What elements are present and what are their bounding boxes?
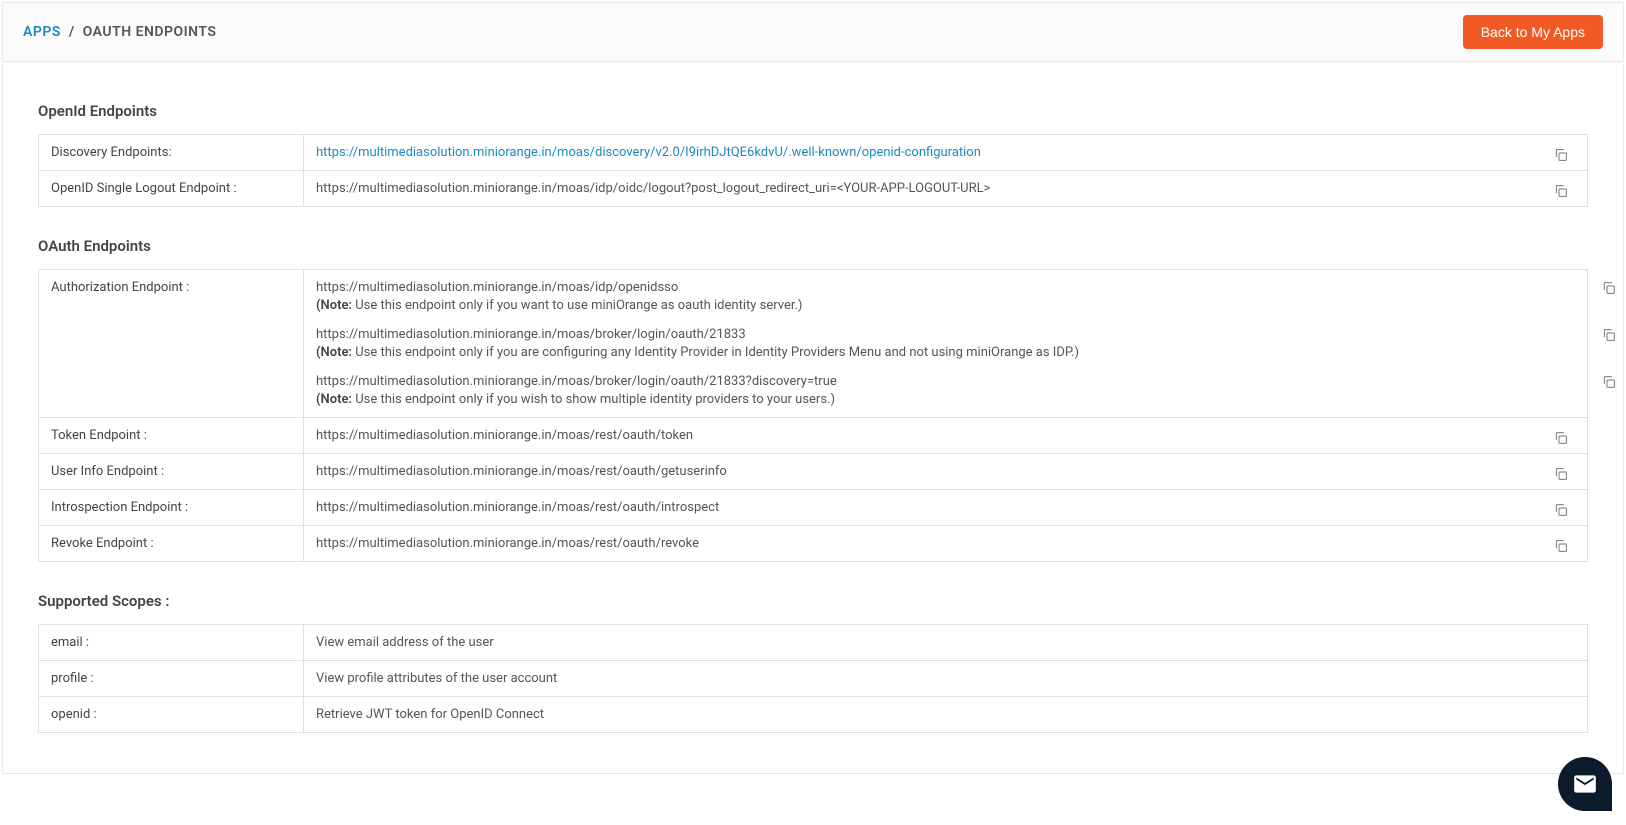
table-row: User Info Endpoint : https://multimedias…	[39, 454, 1588, 490]
scopes-section-title: Supported Scopes :	[38, 592, 1588, 610]
userinfo-url: https://multimediasolution.miniorange.in…	[316, 464, 727, 479]
note-text: Use this endpoint only if you wish to sh…	[352, 392, 835, 407]
note-text: Use this endpoint only if you want to us…	[352, 298, 802, 313]
breadcrumb-separator: /	[69, 24, 75, 40]
auth-note-2: (Note: Use this endpoint only if you are…	[316, 345, 1575, 360]
scope-description: View email address of the user	[304, 625, 1588, 661]
auth-url-2: https://multimediasolution.miniorange.in…	[316, 327, 1575, 342]
note-prefix: (Note:	[316, 392, 352, 407]
introspection-endpoint-value: https://multimediasolution.miniorange.in…	[304, 490, 1588, 526]
auth-endpoint-block-1: https://multimediasolution.miniorange.in…	[316, 280, 1575, 313]
revoke-endpoint-value: https://multimediasolution.miniorange.in…	[304, 526, 1588, 562]
copy-icon[interactable]	[1553, 538, 1569, 554]
userinfo-endpoint-label: User Info Endpoint :	[39, 454, 304, 490]
table-row: OpenID Single Logout Endpoint : https://…	[39, 171, 1588, 207]
revoke-endpoint-label: Revoke Endpoint :	[39, 526, 304, 562]
copy-icon[interactable]	[1553, 147, 1569, 163]
page-header: APPS / OAUTH ENDPOINTS Back to My Apps	[2, 2, 1624, 62]
scope-name: profile :	[39, 661, 304, 697]
copy-icon[interactable]	[1553, 430, 1569, 446]
scope-name: email :	[39, 625, 304, 661]
token-endpoint-label: Token Endpoint :	[39, 418, 304, 454]
table-row: email : View email address of the user	[39, 625, 1588, 661]
discovery-endpoint-label: Discovery Endpoints:	[39, 135, 304, 171]
auth-endpoint-block-2: https://multimediasolution.miniorange.in…	[316, 327, 1575, 360]
authorization-endpoint-value: https://multimediasolution.miniorange.in…	[304, 270, 1588, 418]
oauth-endpoints-table: Authorization Endpoint : https://multime…	[38, 269, 1588, 562]
content-area: OpenId Endpoints Discovery Endpoints: ht…	[2, 64, 1624, 774]
discovery-url-link[interactable]: https://multimediasolution.miniorange.in…	[316, 145, 981, 160]
scopes-table: email : View email address of the user p…	[38, 624, 1588, 733]
scope-description: Retrieve JWT token for OpenID Connect	[304, 697, 1588, 733]
note-prefix: (Note:	[316, 298, 352, 313]
copy-icon[interactable]	[1553, 466, 1569, 482]
note-prefix: (Note:	[316, 345, 352, 360]
support-chat-button[interactable]	[1558, 757, 1612, 811]
discovery-endpoint-value: https://multimediasolution.miniorange.in…	[304, 135, 1588, 171]
auth-url-3: https://multimediasolution.miniorange.in…	[316, 374, 1575, 389]
auth-url-1: https://multimediasolution.miniorange.in…	[316, 280, 1575, 295]
logout-endpoint-value: https://multimediasolution.miniorange.in…	[304, 171, 1588, 207]
copy-icon[interactable]	[1553, 502, 1569, 518]
auth-endpoint-block-3: https://multimediasolution.miniorange.in…	[316, 374, 1575, 407]
copy-icon[interactable]	[1601, 327, 1617, 343]
scope-name: openid :	[39, 697, 304, 733]
mail-icon	[1572, 771, 1598, 797]
token-url: https://multimediasolution.miniorange.in…	[316, 428, 693, 443]
copy-icon[interactable]	[1601, 280, 1617, 296]
openid-section-title: OpenId Endpoints	[38, 102, 1588, 120]
auth-note-1: (Note: Use this endpoint only if you wan…	[316, 298, 1575, 313]
logout-url: https://multimediasolution.miniorange.in…	[316, 181, 990, 196]
auth-note-3: (Note: Use this endpoint only if you wis…	[316, 392, 1575, 407]
logout-endpoint-label: OpenID Single Logout Endpoint :	[39, 171, 304, 207]
userinfo-endpoint-value: https://multimediasolution.miniorange.in…	[304, 454, 1588, 490]
table-row: Revoke Endpoint : https://multimediasolu…	[39, 526, 1588, 562]
table-row: Introspection Endpoint : https://multime…	[39, 490, 1588, 526]
breadcrumb-current: OAUTH ENDPOINTS	[83, 24, 217, 40]
back-to-apps-button[interactable]: Back to My Apps	[1463, 15, 1603, 49]
table-row: openid : Retrieve JWT token for OpenID C…	[39, 697, 1588, 733]
authorization-endpoint-label: Authorization Endpoint :	[39, 270, 304, 418]
openid-endpoints-table: Discovery Endpoints: https://multimedias…	[38, 134, 1588, 207]
breadcrumb-apps-link[interactable]: APPS	[23, 24, 61, 40]
oauth-section-title: OAuth Endpoints	[38, 237, 1588, 255]
table-row: Authorization Endpoint : https://multime…	[39, 270, 1588, 418]
table-row: Discovery Endpoints: https://multimedias…	[39, 135, 1588, 171]
introspection-url: https://multimediasolution.miniorange.in…	[316, 500, 719, 515]
breadcrumb: APPS / OAUTH ENDPOINTS	[23, 24, 216, 40]
copy-icon[interactable]	[1601, 374, 1617, 390]
revoke-url: https://multimediasolution.miniorange.in…	[316, 536, 699, 551]
token-endpoint-value: https://multimediasolution.miniorange.in…	[304, 418, 1588, 454]
table-row: Token Endpoint : https://multimediasolut…	[39, 418, 1588, 454]
note-text: Use this endpoint only if you are config…	[352, 345, 1079, 360]
copy-icon[interactable]	[1553, 183, 1569, 199]
table-row: profile : View profile attributes of the…	[39, 661, 1588, 697]
scope-description: View profile attributes of the user acco…	[304, 661, 1588, 697]
introspection-endpoint-label: Introspection Endpoint :	[39, 490, 304, 526]
